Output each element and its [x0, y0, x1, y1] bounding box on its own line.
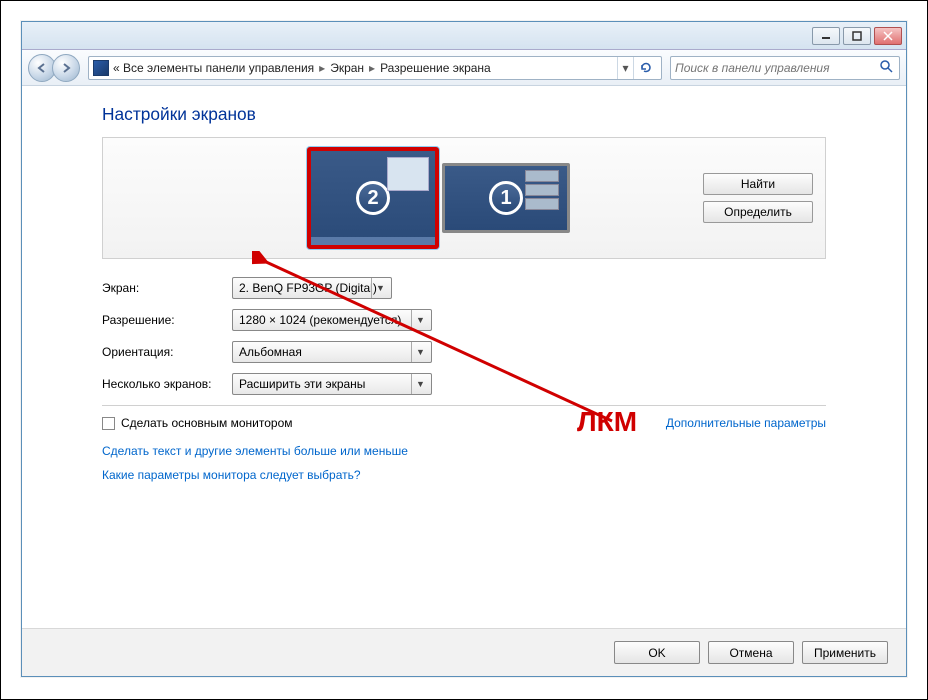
chevron-down-icon: ▼: [411, 310, 429, 330]
chevron-right-icon: ▸: [369, 61, 375, 75]
breadcrumb-item[interactable]: Экран: [330, 61, 364, 75]
content-area: Настройки экранов 2 1 Найти Определить: [22, 86, 906, 628]
page-title: Настройки экранов: [102, 104, 826, 125]
search-input[interactable]: [675, 61, 877, 75]
chevron-right-icon: ▸: [319, 61, 325, 75]
dialog-footer: OK Отмена Применить: [22, 628, 906, 676]
search-icon[interactable]: [877, 59, 895, 76]
monitor-preview-taskbar-icon: [311, 237, 435, 245]
display-dropdown[interactable]: 2. BenQ FP93GP (Digital) ▼: [232, 277, 392, 299]
arrow-right-icon: [60, 62, 72, 74]
titlebar: [22, 22, 906, 50]
resolution-dropdown[interactable]: 1280 × 1024 (рекомендуется) ▼: [232, 309, 432, 331]
chevron-down-icon: ▼: [411, 374, 429, 394]
orientation-dropdown[interactable]: Альбомная ▼: [232, 341, 432, 363]
display-label: Экран:: [102, 281, 232, 295]
breadcrumb-item[interactable]: Все элементы панели управления: [123, 61, 314, 75]
multi-display-label: Несколько экранов:: [102, 377, 232, 391]
monitor-1[interactable]: 1: [442, 163, 570, 233]
divider: [102, 405, 826, 406]
chevron-down-icon: ▼: [371, 278, 389, 298]
monitor-preview-window-icon: [387, 157, 429, 191]
monitor-number-badge: 2: [356, 181, 390, 215]
maximize-button[interactable]: [843, 27, 871, 45]
cancel-button[interactable]: Отмена: [708, 641, 794, 664]
display-dropdown-value: 2. BenQ FP93GP (Digital): [239, 281, 377, 295]
monitor-preview-apps-icon: [525, 170, 563, 230]
minimize-icon: [821, 31, 831, 41]
resolution-label: Разрешение:: [102, 313, 232, 327]
refresh-button[interactable]: [633, 57, 657, 79]
primary-monitor-checkbox-text: Сделать основным монитором: [121, 416, 293, 430]
monitor-params-help-link[interactable]: Какие параметры монитора следует выбрать…: [102, 468, 361, 482]
chevron-down-icon: ▼: [411, 342, 429, 362]
ok-button[interactable]: OK: [614, 641, 700, 664]
maximize-icon: [852, 31, 862, 41]
monitor-2[interactable]: 2: [308, 148, 438, 248]
breadcrumb-prefix: «: [113, 61, 120, 75]
monitor-number-badge: 1: [489, 181, 523, 215]
orientation-label: Ориентация:: [102, 345, 232, 359]
window: « Все элементы панели управления ▸ Экран…: [21, 21, 907, 677]
resolution-dropdown-value: 1280 × 1024 (рекомендуется): [239, 313, 401, 327]
multi-display-dropdown-value: Расширить эти экраны: [239, 377, 365, 391]
apply-button[interactable]: Применить: [802, 641, 888, 664]
refresh-icon: [639, 61, 653, 75]
address-dropdown-button[interactable]: ▾: [617, 57, 633, 79]
close-button[interactable]: [874, 27, 902, 45]
close-icon: [883, 31, 893, 41]
primary-monitor-checkbox-label[interactable]: Сделать основным монитором: [102, 416, 293, 430]
navbar: « Все элементы панели управления ▸ Экран…: [22, 50, 906, 86]
control-panel-icon: [93, 60, 109, 76]
text-size-link[interactable]: Сделать текст и другие элементы больше и…: [102, 444, 408, 458]
monitor-preview-area[interactable]: 2 1: [175, 148, 703, 248]
minimize-button[interactable]: [812, 27, 840, 45]
orientation-dropdown-value: Альбомная: [239, 345, 302, 359]
multi-display-dropdown[interactable]: Расширить эти экраны ▼: [232, 373, 432, 395]
identify-button[interactable]: Определить: [703, 201, 813, 223]
monitor-arrange-box: 2 1 Найти Определить: [102, 137, 826, 259]
address-bar[interactable]: « Все элементы панели управления ▸ Экран…: [88, 56, 662, 80]
arrow-left-icon: [36, 62, 48, 74]
nav-forward-button[interactable]: [52, 54, 80, 82]
breadcrumb-item[interactable]: Разрешение экрана: [380, 61, 491, 75]
primary-monitor-checkbox[interactable]: [102, 417, 115, 430]
breadcrumb: « Все элементы панели управления ▸ Экран…: [113, 61, 617, 75]
find-button[interactable]: Найти: [703, 173, 813, 195]
advanced-settings-link[interactable]: Дополнительные параметры: [666, 416, 826, 430]
search-bar: [670, 56, 900, 80]
